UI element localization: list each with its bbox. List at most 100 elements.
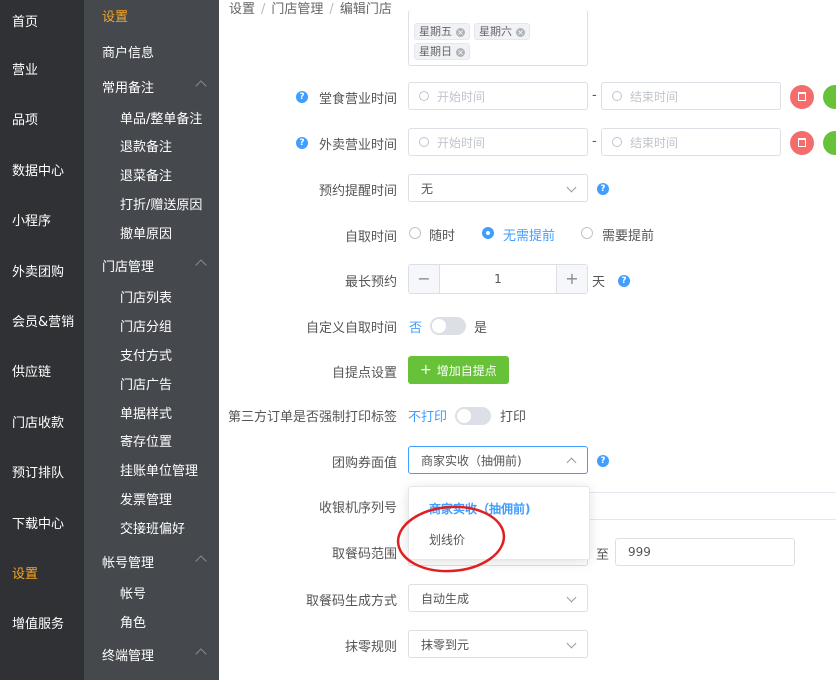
submenu-group-store-mgmt[interactable]: 门店管理 [102,256,154,275]
delivery-start-input[interactable]: 开始时间 [408,128,588,156]
coupon-value-select[interactable]: 商家实收（抽佣前) [408,446,588,474]
delete-button[interactable] [790,85,814,109]
add-button[interactable] [823,131,836,155]
rounding-select[interactable]: 抹零到元 [408,630,588,658]
chevron-down-icon [566,182,577,193]
submenu-group-terminal-mgmt[interactable]: 终端管理 [102,645,154,664]
weekday-tag: 星期五 × [414,23,470,40]
radio-label[interactable]: 随时 [429,225,455,244]
add-pickup-point-button[interactable]: + 增加自提点 [408,356,509,384]
dine-in-start-input[interactable]: 开始时间 [408,82,588,110]
stepper-value[interactable]: 1 [440,265,556,293]
submenu-item[interactable]: 帐号 [120,583,146,602]
submenu-item[interactable]: 单据样式 [120,403,172,422]
chevron-up-icon[interactable] [195,555,207,567]
nav-delivery-groupbuy[interactable]: 外卖团购 [0,250,84,290]
submenu-item[interactable]: 门店分组 [120,316,172,335]
pickup-code-mode-select[interactable]: 自动生成 [408,584,588,612]
unit-label: 天 [592,275,606,290]
breadcrumb: 设置 / 门店管理 / 编辑门店 [229,2,392,17]
chevron-up-icon[interactable] [195,259,207,271]
nav-supply-chain[interactable]: 供应链 [0,350,84,390]
chevron-up-icon[interactable] [195,80,207,92]
clock-icon [612,137,622,147]
reservation-reminder-select[interactable]: 无 [408,174,588,202]
input-border [588,492,836,493]
add-button[interactable] [823,85,836,109]
radio-anytime[interactable] [409,227,421,239]
submenu-item[interactable]: 退菜备注 [120,165,172,184]
cashier-serial-label: 收银机序列号 [318,501,397,516]
nav-settings[interactable]: 设置 [0,552,84,592]
help-icon[interactable]: ? [597,183,609,195]
submenu-item[interactable]: 门店列表 [120,287,172,306]
nav-mini-program[interactable]: 小程序 [0,199,84,239]
pickup-point-label: 自提点设置 [331,366,397,381]
breadcrumb-item[interactable]: 门店管理 [271,2,323,17]
delivery-end-input[interactable]: 结束时间 [601,128,781,156]
chevron-up-icon[interactable] [195,648,207,660]
chevron-down-icon [566,592,577,603]
submenu-item[interactable]: 支付方式 [120,345,172,364]
radio-need-advance[interactable] [581,227,593,239]
nav-label: 首页 [12,14,39,30]
nav-home[interactable]: 首页 [0,0,84,40]
help-icon[interactable]: ? [618,275,630,287]
radio-label[interactable]: 无需提前 [503,225,555,244]
nav-value-added[interactable]: 增值服务 [0,602,84,642]
help-icon[interactable]: ? [296,137,308,149]
submenu-item[interactable]: 单品/整单备注 [120,108,202,127]
delete-button[interactable] [790,131,814,155]
nav-store-payment[interactable]: 门店收款 [0,401,84,441]
minus-button[interactable]: − [409,265,440,293]
select-value: 自动生成 [421,591,470,606]
submenu-item[interactable]: 打折/赠送原因 [120,194,202,213]
help-icon[interactable]: ? [296,91,308,103]
pickup-code-max-input[interactable]: 999 [615,538,795,566]
submenu-item[interactable]: 退款备注 [120,136,172,155]
submenu-merchant-info[interactable]: 商户信息 [102,42,154,61]
submenu-item[interactable]: 角色 [120,612,146,631]
custom-pickup-switch[interactable] [430,317,466,335]
select-value: 无 [421,181,434,196]
nav-data-center[interactable]: 数据中心 [0,149,84,189]
submenu-item[interactable]: 发票管理 [120,489,172,508]
close-icon[interactable]: × [456,27,465,37]
delivery-hours-label: 外卖营业时间 [319,138,398,153]
nav-business[interactable]: 营业 [0,48,84,88]
dine-in-end-input[interactable]: 结束时间 [601,82,781,110]
close-icon[interactable]: × [456,47,465,57]
nav-download-center[interactable]: 下载中心 [0,502,84,542]
range-dash: - [592,134,597,149]
nav-booking-queue[interactable]: 预订排队 [0,451,84,491]
switch-on-text: 是 [474,321,488,336]
main-content: 设置 / 门店管理 / 编辑门店 星期五 × 星期六 × 星期日 × ? 堂食营业时间 开始时… [219,0,836,680]
help-icon[interactable]: ? [597,455,609,467]
plus-button[interactable]: + [556,265,587,293]
submenu-item[interactable]: 门店广告 [120,374,172,393]
radio-no-advance[interactable] [482,227,494,239]
settings-submenu: 设置 商户信息 常用备注 单品/整单备注 退款备注 退菜备注 打折/赠送原因 撤… [84,0,219,680]
submenu-group-account-mgmt[interactable]: 帐号管理 [102,552,154,571]
close-icon[interactable]: × [516,27,525,37]
nav-label: 设置 [12,566,39,582]
radio-label[interactable]: 需要提前 [602,225,654,244]
nav-items[interactable]: 品项 [0,98,84,138]
submenu-item[interactable]: 挂账单位管理 [120,460,198,479]
third-party-print-switch[interactable] [455,407,491,425]
chevron-up-icon [566,457,577,468]
breadcrumb-item[interactable]: 设置 [229,2,255,17]
switch-off-text: 不打印 [408,410,448,425]
submenu-item[interactable]: 寄存位置 [120,431,172,450]
nav-membership[interactable]: 会员&营销 [0,300,84,340]
submenu-item[interactable]: 撤单原因 [120,223,172,242]
custom-pickup-label: 自定义自取时间 [305,321,397,336]
submenu-group-common-notes[interactable]: 常用备注 [102,77,154,96]
nav-label: 增值服务 [12,616,65,632]
nav-label: 门店收款 [12,415,65,431]
placeholder: 结束时间 [630,135,679,150]
submenu-item[interactable]: 交接班偏好 [120,518,185,537]
dine-in-hours-label: 堂食营业时间 [319,92,398,107]
input-border [588,519,836,520]
max-reservation-stepper[interactable]: − 1 + [408,264,588,294]
